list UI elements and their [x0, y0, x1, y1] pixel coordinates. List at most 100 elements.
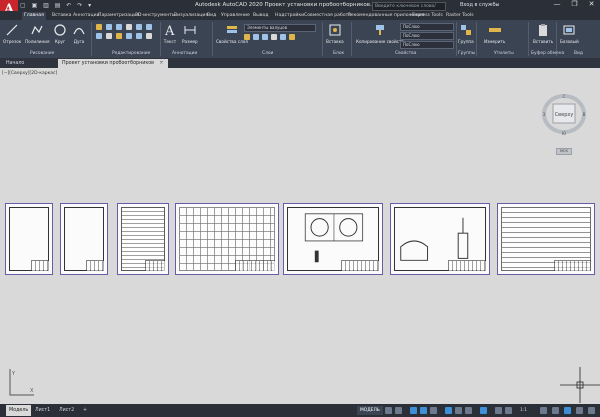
lineweight-icon[interactable]: [455, 407, 462, 414]
add-layout-button[interactable]: +: [80, 405, 90, 416]
panel-label-groups[interactable]: Группы: [458, 51, 475, 57]
transparency-icon[interactable]: [465, 407, 472, 414]
model-space-button[interactable]: МОДЕЛЬ: [357, 406, 383, 415]
tab-3d-tools[interactable]: 3D-инструменты: [135, 12, 176, 20]
search-input[interactable]: Введите ключевое слово/фразу: [372, 2, 446, 16]
tab-raster-tools[interactable]: Raster Tools: [446, 12, 474, 20]
layout-tab-sheet2[interactable]: Лист2: [56, 405, 77, 416]
polar-icon[interactable]: [420, 407, 427, 414]
lineweight-dropdown[interactable]: ПоСлою: [400, 32, 454, 40]
layout-tab-sheet1[interactable]: Лист1: [32, 405, 53, 416]
panel-label-block[interactable]: Блок: [333, 51, 344, 57]
tab-view[interactable]: Вид: [207, 12, 216, 20]
clean-screen-icon[interactable]: [576, 407, 583, 414]
drawing-sheet[interactable]: [60, 203, 108, 275]
maximize-button[interactable]: ❐: [571, 0, 577, 11]
ortho-icon[interactable]: [410, 407, 417, 414]
erase-icon[interactable]: [126, 24, 132, 30]
drawing-sheet[interactable]: [5, 203, 53, 275]
panel-label-draw[interactable]: Рисование: [30, 51, 54, 57]
osnap-icon[interactable]: [430, 407, 437, 414]
layer-dropdown[interactable]: Элементы валуцов: [244, 24, 316, 32]
line-tool[interactable]: Отрезок: [3, 23, 21, 44]
tab-home[interactable]: Главная: [22, 12, 46, 20]
fillet-icon[interactable]: [96, 33, 102, 39]
tab-annotate[interactable]: Аннотации: [73, 12, 100, 20]
snap-icon[interactable]: [395, 407, 402, 414]
tab-visualize[interactable]: Визуализация: [174, 12, 208, 20]
drawing-sheet[interactable]: [283, 203, 383, 275]
viewcube[interactable]: Сверху С В Ю З: [541, 92, 587, 142]
move-icon[interactable]: [96, 24, 102, 30]
panel-label-view[interactable]: Вид: [574, 51, 583, 57]
annotation-visibility-icon[interactable]: [495, 407, 502, 414]
tab-parametric[interactable]: Параметризация: [98, 12, 139, 20]
tab-manage[interactable]: Управление: [221, 12, 250, 20]
layer-lock-icon[interactable]: [253, 34, 259, 40]
panel-label-annotation[interactable]: Аннотации: [172, 51, 197, 57]
dimension-tool[interactable]: Размер: [182, 23, 198, 44]
panel-label-properties[interactable]: Свойства: [395, 51, 416, 57]
tab-collaborate[interactable]: Совместная работа: [304, 12, 351, 20]
layer-freeze-icon[interactable]: [244, 34, 250, 40]
new-tab-button[interactable]: +: [160, 59, 166, 68]
color-dropdown[interactable]: ПоСлою: [400, 23, 454, 31]
tab-express-tools[interactable]: Express Tools: [412, 12, 443, 20]
tab-addins[interactable]: Надстройки: [275, 12, 304, 20]
viewport-controls-label[interactable]: [−][Сверху][2D-каркас]: [2, 71, 57, 76]
close-button[interactable]: ✕: [589, 0, 595, 11]
copy-icon[interactable]: [136, 24, 142, 30]
compass-north[interactable]: С: [563, 94, 566, 99]
tab-insert[interactable]: Вставка: [52, 12, 71, 20]
viewcube-face-top[interactable]: Сверху: [555, 112, 574, 118]
layer-isolate-icon[interactable]: [280, 34, 286, 40]
compass-east[interactable]: В: [583, 112, 586, 117]
grid-icon[interactable]: [385, 407, 392, 414]
panel-label-layers[interactable]: Слои: [262, 51, 273, 57]
arc-tool[interactable]: Дуга: [72, 23, 86, 44]
sign-in-link[interactable]: Вход в службы: [460, 2, 499, 8]
tab-start[interactable]: Начало: [6, 59, 24, 68]
wcs-menu[interactable]: МСК: [556, 148, 572, 155]
isolate-objects-icon[interactable]: [552, 407, 559, 414]
layer-current-icon[interactable]: [289, 34, 295, 40]
insert-block-button[interactable]: Вставка: [326, 23, 344, 44]
rotate-icon[interactable]: [106, 24, 112, 30]
circle-tool[interactable]: Круг: [53, 23, 67, 44]
compass-south[interactable]: Ю: [562, 131, 567, 136]
quick-access-toolbar[interactable]: ▢ ▣ ▥ ▤ ↶ ↷ ▾: [20, 2, 93, 9]
drawing-sheet[interactable]: [390, 203, 490, 275]
drawing-sheet[interactable]: [497, 203, 595, 275]
annotation-scale[interactable]: 1:1: [520, 406, 527, 415]
polyline-tool[interactable]: Полилиния: [25, 23, 50, 44]
otrack-icon[interactable]: [445, 407, 452, 414]
scale-icon[interactable]: [126, 33, 132, 39]
panel-label-clipboard[interactable]: Буфер обмена: [531, 51, 564, 57]
layout-tab-model[interactable]: Модель: [6, 405, 32, 416]
mirror-icon[interactable]: [146, 24, 152, 30]
auto-scale-icon[interactable]: [505, 407, 512, 414]
linetype-dropdown[interactable]: ПоСлою: [400, 41, 454, 49]
explode-icon[interactable]: [106, 33, 112, 39]
hardware-acceleration-icon[interactable]: [564, 407, 571, 414]
panel-label-utilities[interactable]: Утилиты: [494, 51, 514, 57]
layer-match-icon[interactable]: [271, 34, 277, 40]
tab-drawing[interactable]: Проект установки пробоотборников ✕: [58, 59, 168, 68]
array-icon[interactable]: [136, 33, 142, 39]
customization-menu-icon[interactable]: [588, 407, 595, 414]
text-tool[interactable]: A Текст: [163, 23, 177, 44]
minimize-button[interactable]: —: [553, 0, 560, 11]
drawing-sheet[interactable]: [175, 203, 279, 275]
drawing-sheet[interactable]: [117, 203, 169, 275]
match-properties-button[interactable]: Копирование свойств: [356, 23, 404, 44]
paste-button[interactable]: Вставить: [533, 23, 553, 44]
stretch-icon[interactable]: [116, 33, 122, 39]
offset-icon[interactable]: [146, 33, 152, 39]
workspace-gear-icon[interactable]: [540, 407, 547, 414]
trim-icon[interactable]: [116, 24, 122, 30]
layer-off-icon[interactable]: [262, 34, 268, 40]
compass-west[interactable]: З: [543, 112, 546, 117]
group-button[interactable]: Группа: [458, 23, 474, 44]
tab-output[interactable]: Вывод: [253, 12, 268, 20]
measure-button[interactable]: Измерить: [484, 23, 505, 44]
